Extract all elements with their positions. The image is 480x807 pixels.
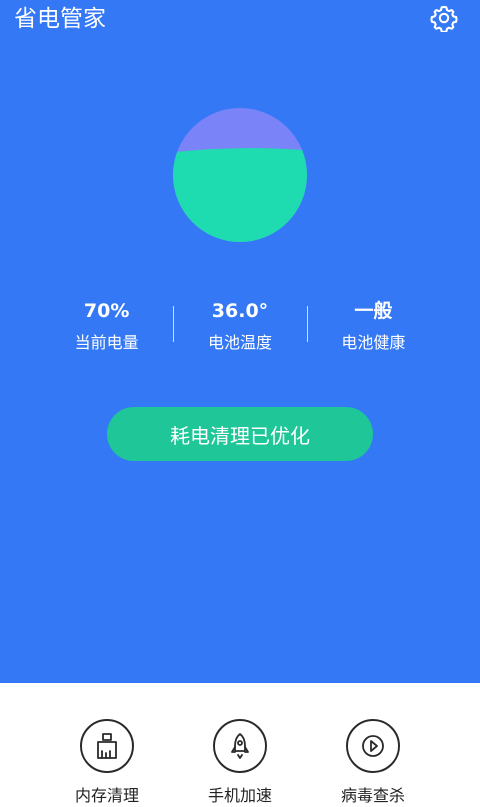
battery-stats: 70% 当前电量 36.0° 电池温度 一般 电池健康: [40, 298, 440, 358]
tool-icon-circle: [80, 719, 134, 773]
rocket-icon: [231, 733, 249, 759]
tools-panel: 内存清理 手机加速 病毒查杀: [0, 683, 480, 805]
tool-virus-scan[interactable]: 病毒查杀: [313, 719, 433, 807]
stat-label: 当前电量: [74, 333, 139, 352]
broom-icon: [97, 733, 117, 759]
tool-icon-circle: [213, 719, 267, 773]
optimize-button[interactable]: 耗电清理已优化: [107, 407, 373, 461]
tool-label: 手机加速: [207, 786, 272, 805]
stat-health: 一般 电池健康: [306, 298, 440, 358]
tool-icon-circle: [346, 719, 400, 773]
app-title: 省电管家: [14, 6, 106, 32]
stat-value: 一般: [354, 300, 393, 322]
tool-memory-clean[interactable]: 内存清理: [47, 719, 167, 807]
shield-scan-icon: [362, 735, 384, 757]
main-panel: 省电管家 70% 当前电量 36.0° 电池温度 一般 电池健康 耗电清理已优化: [0, 0, 480, 683]
battery-fill-area: [173, 148, 307, 242]
stat-current-level: 70% 当前电量: [40, 298, 173, 358]
stat-value: 36.0°: [211, 300, 269, 322]
stat-label: 电池温度: [207, 333, 272, 352]
gear-icon[interactable]: [430, 4, 458, 32]
tool-label: 内存清理: [74, 786, 139, 805]
tool-label: 病毒查杀: [340, 786, 405, 805]
stat-temperature: 36.0° 电池温度: [173, 298, 306, 358]
tool-phone-boost[interactable]: 手机加速: [180, 719, 300, 807]
battery-gauge: [173, 108, 307, 242]
stat-value: 70%: [83, 300, 130, 322]
stat-label: 电池健康: [341, 333, 406, 352]
